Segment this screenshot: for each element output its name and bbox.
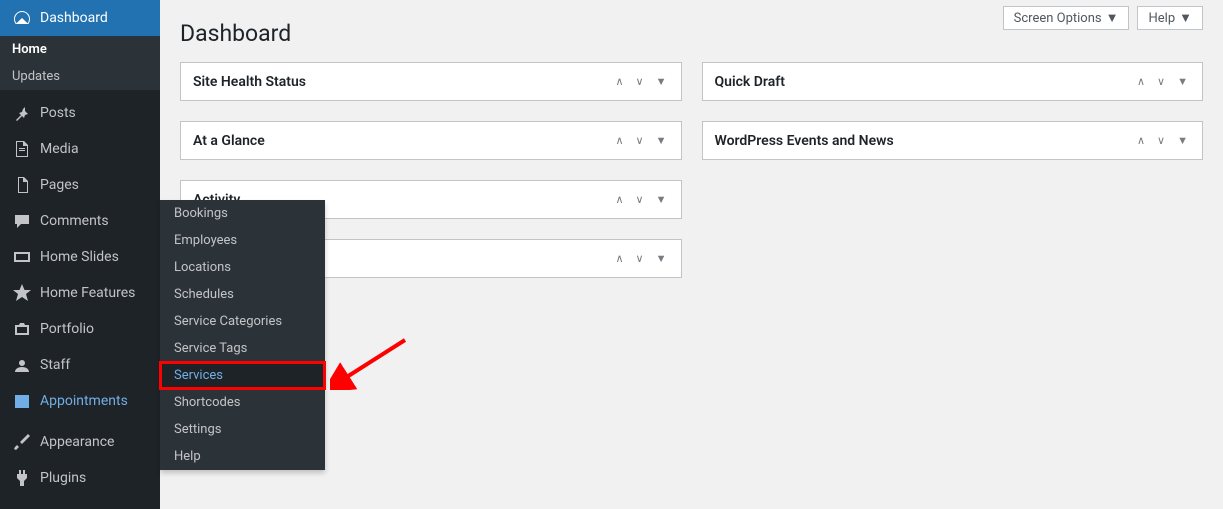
plugin-icon: [12, 468, 32, 488]
comment-icon: [12, 211, 32, 231]
sidebar-label: Comments: [40, 213, 109, 229]
sidebar-item-plugins[interactable]: Plugins: [0, 460, 160, 496]
move-down-icon[interactable]: ∨: [1155, 132, 1167, 149]
calendar-icon: [12, 391, 32, 411]
sidebar-label: Pages: [40, 177, 79, 193]
move-up-icon[interactable]: ∧: [613, 132, 625, 149]
widget-controls: ∧ ∨ ▼: [1135, 132, 1190, 149]
sidebar-item-home-features[interactable]: Home Features: [0, 275, 160, 311]
staff-icon: [12, 355, 32, 375]
flyout-item-employees[interactable]: Employees: [160, 227, 325, 254]
sidebar-label: Home Features: [40, 285, 135, 301]
widget-controls: ∧ ∨ ▼: [613, 191, 668, 208]
sidebar-item-posts[interactable]: Posts: [0, 95, 160, 131]
sidebar-item-media[interactable]: Media: [0, 131, 160, 167]
toggle-icon[interactable]: ▼: [654, 73, 669, 90]
toggle-icon[interactable]: ▼: [654, 250, 669, 267]
caret-down-icon: ▼: [1179, 10, 1192, 26]
screen-options-label: Screen Options: [1014, 11, 1102, 26]
sidebar-subitem-home[interactable]: Home: [0, 36, 160, 63]
move-up-icon[interactable]: ∧: [613, 250, 625, 267]
brush-icon: [12, 432, 32, 452]
widget-wp-events: WordPress Events and News ∧ ∨ ▼: [702, 121, 1204, 160]
sidebar-label: Appointments: [40, 393, 128, 409]
move-down-icon[interactable]: ∨: [634, 250, 646, 267]
caret-down-icon: ▼: [1106, 10, 1119, 26]
sidebar-label: Plugins: [40, 470, 86, 486]
slides-icon: [12, 247, 32, 267]
toggle-icon[interactable]: ▼: [1175, 132, 1190, 149]
dashboard-col-right: Quick Draft ∧ ∨ ▼ WordPress Events and N…: [702, 62, 1204, 278]
sidebar-item-appearance[interactable]: Appearance: [0, 424, 160, 460]
widget-site-health: Site Health Status ∧ ∨ ▼: [180, 62, 682, 101]
toggle-icon[interactable]: ▼: [1175, 73, 1190, 90]
flyout-item-help[interactable]: Help: [160, 443, 325, 470]
page-icon: [12, 175, 32, 195]
widget-controls: ∧ ∨ ▼: [613, 132, 668, 149]
sidebar-label: Portfolio: [40, 321, 94, 337]
flyout-item-service-tags[interactable]: Service Tags: [160, 335, 325, 362]
move-up-icon[interactable]: ∧: [1135, 132, 1147, 149]
widget-title: Quick Draft: [715, 74, 1135, 90]
sidebar-label: Appearance: [40, 434, 114, 450]
star-icon: [12, 283, 32, 303]
sidebar-item-comments[interactable]: Comments: [0, 203, 160, 239]
help-button[interactable]: Help ▼: [1137, 6, 1203, 30]
sidebar-label: Media: [40, 141, 79, 157]
widget-header[interactable]: Site Health Status ∧ ∨ ▼: [181, 63, 681, 100]
media-icon: [12, 139, 32, 159]
flyout-item-settings[interactable]: Settings: [160, 416, 325, 443]
widget-quick-draft: Quick Draft ∧ ∨ ▼: [702, 62, 1204, 101]
sidebar-item-home-slides[interactable]: Home Slides: [0, 239, 160, 275]
dashboard-columns: Site Health Status ∧ ∨ ▼ At a Glance ∧ ∨…: [180, 62, 1203, 278]
screen-options-button[interactable]: Screen Options ▼: [1003, 6, 1130, 30]
sidebar-label: Home Slides: [40, 249, 119, 265]
sidebar-subitem-updates[interactable]: Updates: [0, 63, 160, 90]
flyout-item-bookings[interactable]: Bookings: [160, 200, 325, 227]
flyout-item-services[interactable]: Services: [160, 362, 325, 389]
move-down-icon[interactable]: ∨: [634, 132, 646, 149]
widget-controls: ∧ ∨ ▼: [613, 250, 668, 267]
toggle-icon[interactable]: ▼: [654, 191, 669, 208]
widget-controls: ∧ ∨ ▼: [1135, 73, 1190, 90]
flyout-item-locations[interactable]: Locations: [160, 254, 325, 281]
flyout-item-shortcodes[interactable]: Shortcodes: [160, 389, 325, 416]
admin-sidebar: Dashboard Home Updates Posts Media Pages…: [0, 0, 160, 509]
move-up-icon[interactable]: ∧: [1135, 73, 1147, 90]
flyout-item-service-categories[interactable]: Service Categories: [160, 308, 325, 335]
move-down-icon[interactable]: ∨: [1155, 73, 1167, 90]
sidebar-item-appointments[interactable]: Appointments: [0, 383, 160, 419]
sidebar-label: Posts: [40, 105, 76, 121]
sidebar-label: Dashboard: [40, 10, 108, 26]
move-up-icon[interactable]: ∧: [613, 191, 625, 208]
widget-controls: ∧ ∨ ▼: [613, 73, 668, 90]
widget-header[interactable]: Quick Draft ∧ ∨ ▼: [703, 63, 1203, 100]
sidebar-submenu-dashboard: Home Updates: [0, 36, 160, 90]
top-buttons: Screen Options ▼ Help ▼: [1003, 6, 1203, 30]
widget-at-a-glance: At a Glance ∧ ∨ ▼: [180, 121, 682, 160]
arrow-annotation: [330, 335, 410, 390]
widget-header[interactable]: WordPress Events and News ∧ ∨ ▼: [703, 122, 1203, 159]
sidebar-label: Staff: [40, 357, 70, 373]
widget-title: Site Health Status: [193, 74, 613, 90]
widget-title: At a Glance: [193, 133, 613, 149]
dashboard-icon: [12, 8, 32, 28]
help-label: Help: [1148, 11, 1175, 26]
move-down-icon[interactable]: ∨: [634, 191, 646, 208]
sidebar-item-pages[interactable]: Pages: [0, 167, 160, 203]
widget-title: WordPress Events and News: [715, 133, 1135, 149]
appointments-flyout: Bookings Employees Locations Schedules S…: [160, 200, 325, 470]
flyout-item-schedules[interactable]: Schedules: [160, 281, 325, 308]
pin-icon: [12, 103, 32, 123]
toggle-icon[interactable]: ▼: [654, 132, 669, 149]
move-down-icon[interactable]: ∨: [634, 73, 646, 90]
move-up-icon[interactable]: ∧: [613, 73, 625, 90]
portfolio-icon: [12, 319, 32, 339]
sidebar-item-staff[interactable]: Staff: [0, 347, 160, 383]
sidebar-item-portfolio[interactable]: Portfolio: [0, 311, 160, 347]
widget-header[interactable]: At a Glance ∧ ∨ ▼: [181, 122, 681, 159]
sidebar-item-dashboard[interactable]: Dashboard: [0, 0, 160, 36]
